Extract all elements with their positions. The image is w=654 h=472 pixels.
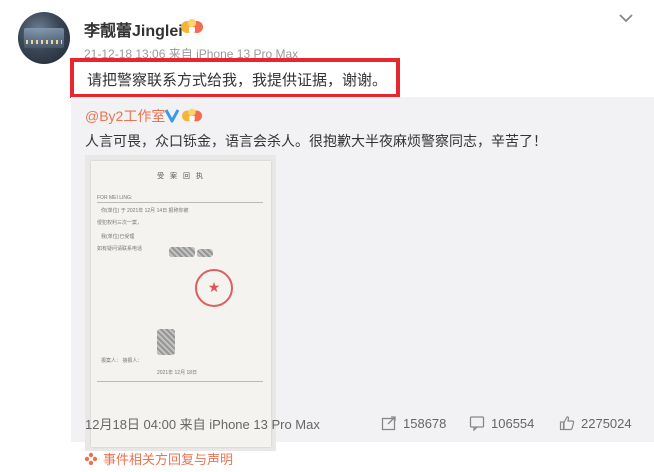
document-line: FOR MEI LING: <box>97 195 133 201</box>
comment-icon <box>469 416 485 431</box>
related-statement-link[interactable]: 事件相关方回复与声明 <box>84 449 233 468</box>
document-paper: 受 案 回 执 FOR MEI LING: 你(单位) 于 2021年 12月 … <box>91 161 271 447</box>
post-text: 请把警察联系方式给我，我提供证据，谢谢。 <box>87 72 388 89</box>
verified-icon <box>164 109 180 123</box>
avatar[interactable] <box>18 12 70 64</box>
redacted-area <box>157 329 175 355</box>
document-rule <box>97 202 263 203</box>
flower-icon <box>84 452 98 465</box>
document-line: 我(单位)已受理 <box>101 234 135 240</box>
official-seal: ★ <box>195 269 233 307</box>
thumbs-up-icon <box>559 416 575 431</box>
related-statement-text: 事件相关方回复与声明 <box>103 452 234 467</box>
avatar-city-image <box>24 28 64 48</box>
like-button[interactable]: 2275024 <box>559 413 632 433</box>
document-line: 2021年 12月 18日 <box>157 370 198 376</box>
avatar-lights <box>26 40 62 44</box>
repost-count: 158678 <box>403 415 447 431</box>
repost-footer: 12月18日 04:00 来自 iPhone 13 Pro Max 158678… <box>85 413 640 433</box>
document-title: 受 案 回 执 <box>157 173 205 180</box>
comment-count: 106554 <box>491 415 535 431</box>
redacted-area <box>169 247 195 257</box>
repost-card: @By2工作室 人言可畏，众口铄金，语言会杀人。很抱歉大半夜麻烦警察同志，辛苦了… <box>71 97 654 451</box>
vip-badge-icon[interactable] <box>182 107 202 123</box>
share-icon <box>381 416 396 431</box>
repost-author[interactable]: @By2工作室 <box>85 106 165 126</box>
vip-badge-icon[interactable] <box>181 18 203 34</box>
highlight-box: 请把警察联系方式给我，我提供证据，谢谢。 <box>70 58 400 98</box>
document-line: 侵犯权利三次一案， <box>97 220 143 226</box>
redacted-area <box>197 249 213 257</box>
username[interactable]: 李靓蕾Jinglei <box>84 17 183 41</box>
document-line: 如有疑问请联系电话 <box>97 246 143 252</box>
like-count: 2275024 <box>581 415 632 431</box>
comment-button[interactable]: 106554 <box>469 413 534 433</box>
repost-time[interactable]: 12月18日 04:00 来自 iPhone 13 Pro Max <box>85 414 320 433</box>
repost-button[interactable]: 158678 <box>381 413 446 433</box>
repost-text: 人言可畏，众口铄金，语言会杀人。很抱歉大半夜麻烦警察同志，辛苦了！ <box>85 133 547 149</box>
document-photo[interactable]: 受 案 回 执 FOR MEI LING: 你(单位) 于 2021年 12月 … <box>85 155 276 451</box>
document-line: 报案人： 接报人： <box>101 358 143 364</box>
document-line: 你(单位) 于 2021年 12月 14日 报称你被 <box>101 208 189 214</box>
document-rule <box>97 381 263 382</box>
chevron-down-icon[interactable] <box>618 12 634 24</box>
